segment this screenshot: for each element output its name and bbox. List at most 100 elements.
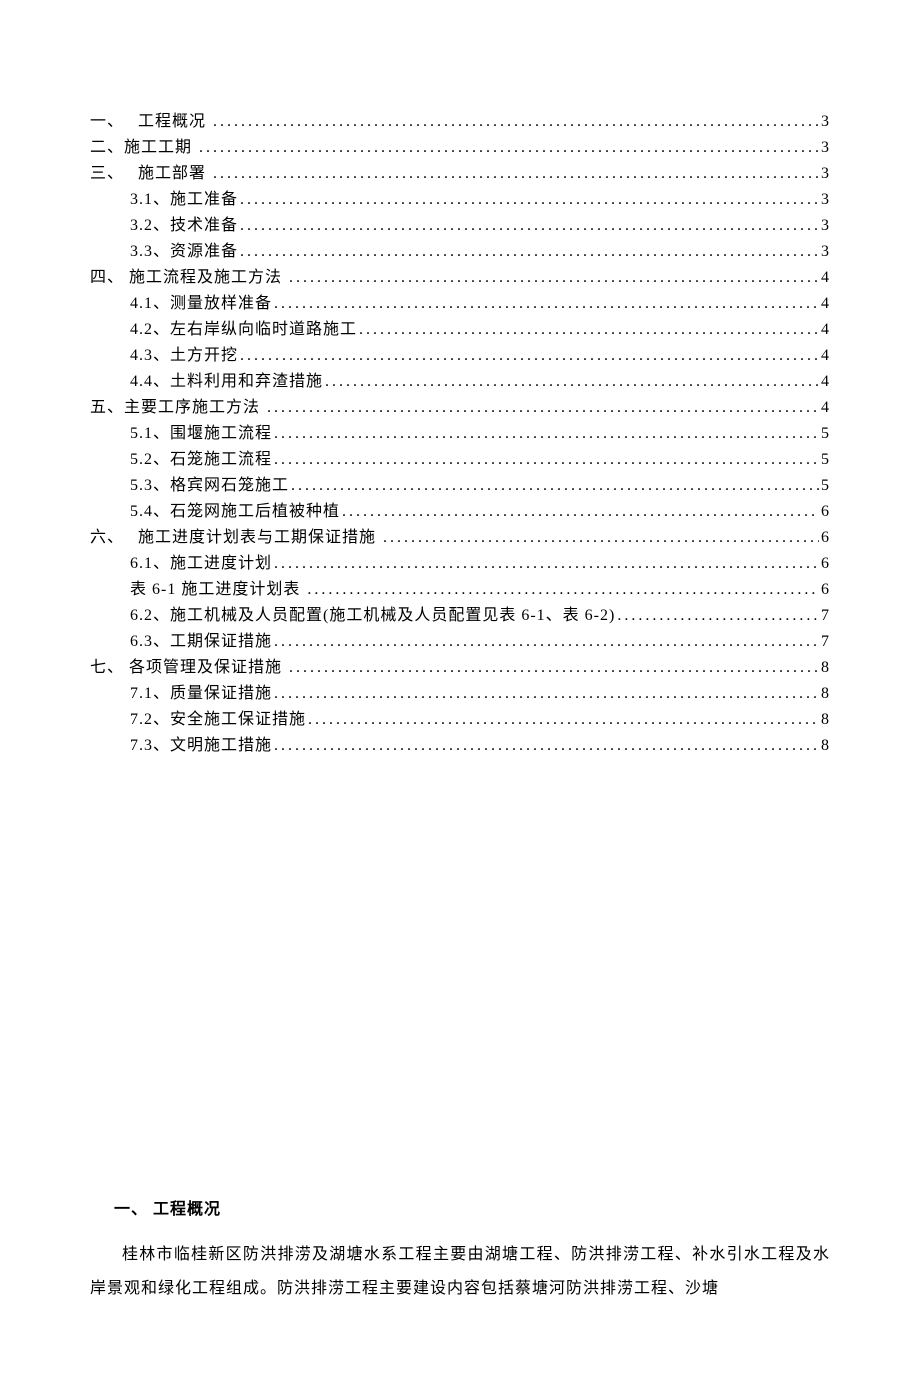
toc-leader <box>240 214 819 238</box>
toc-label: 6.1、施工进度计划 <box>130 552 272 576</box>
toc-page-number: 7 <box>821 630 830 654</box>
toc-leader <box>240 240 819 264</box>
toc-entry[interactable]: 4.4、土料利用和弃渣措施 4 <box>90 370 830 394</box>
toc-label: 4.2、左右岸纵向临时道路施工 <box>130 318 357 342</box>
toc-label: 5.4、石笼网施工后植被种植 <box>130 500 340 524</box>
toc-entry[interactable]: 一、 工程概况 3 <box>90 110 830 134</box>
toc-page-number: 4 <box>821 266 830 290</box>
section-heading: 一、 工程概况 <box>114 1198 830 1222</box>
toc-entry[interactable]: 六、 施工进度计划表与工期保证措施 6 <box>90 526 830 550</box>
toc-entry[interactable]: 7.2、安全施工保证措施 8 <box>90 708 830 732</box>
toc-entry[interactable]: 五、主要工序施工方法 4 <box>90 396 830 420</box>
toc-label: 二、施工工期 <box>90 136 197 160</box>
toc-label: 7.3、文明施工措施 <box>130 734 272 758</box>
toc-entry[interactable]: 5.4、石笼网施工后植被种植 6 <box>90 500 830 524</box>
toc-page-number: 3 <box>821 214 830 238</box>
toc-entry[interactable]: 7.1、质量保证措施 8 <box>90 682 830 706</box>
toc-label: 六、 施工进度计划表与工期保证措施 <box>90 526 381 550</box>
toc-page-number: 3 <box>821 162 830 186</box>
toc-entry[interactable]: 6.1、施工进度计划 6 <box>90 552 830 576</box>
toc-leader <box>274 630 819 654</box>
toc-entry[interactable]: 4.2、左右岸纵向临时道路施工 4 <box>90 318 830 342</box>
toc-label: 4.3、土方开挖 <box>130 344 238 368</box>
toc-page-number: 3 <box>821 188 830 212</box>
toc-page-number: 4 <box>821 292 830 316</box>
table-of-contents: 一、 工程概况 3 二、施工工期 3 三、 施工部署 3 3.1、施工准备 3 … <box>90 110 830 758</box>
toc-page-number: 5 <box>821 474 830 498</box>
toc-page-number: 8 <box>821 734 830 758</box>
toc-label: 3.3、资源准备 <box>130 240 238 264</box>
toc-leader <box>383 526 819 550</box>
toc-label: 五、主要工序施工方法 <box>90 396 265 420</box>
toc-page-number: 8 <box>821 708 830 732</box>
toc-leader <box>325 370 819 394</box>
toc-leader <box>289 266 819 290</box>
toc-entry[interactable]: 3.1、施工准备 3 <box>90 188 830 212</box>
toc-entry[interactable]: 5.2、石笼施工流程 5 <box>90 448 830 472</box>
toc-leader <box>289 656 819 680</box>
toc-page-number: 8 <box>821 682 830 706</box>
toc-entry[interactable]: 4.3、土方开挖 4 <box>90 344 830 368</box>
toc-page-number: 7 <box>821 604 830 628</box>
toc-entry[interactable]: 二、施工工期 3 <box>90 136 830 160</box>
toc-entry[interactable]: 七、 各项管理及保证措施 8 <box>90 656 830 680</box>
toc-page-number: 4 <box>821 396 830 420</box>
toc-label: 4.4、土料利用和弃渣措施 <box>130 370 323 394</box>
toc-page-number: 4 <box>821 318 830 342</box>
toc-entry[interactable]: 6.3、工期保证措施 7 <box>90 630 830 654</box>
toc-page-number: 4 <box>821 344 830 368</box>
toc-entry[interactable]: 表 6-1 施工进度计划表 6 <box>90 578 830 602</box>
toc-page-number: 6 <box>821 578 830 602</box>
toc-leader <box>274 448 819 472</box>
section-1: 一、 工程概况 桂林市临桂新区防洪排涝及湖塘水系工程主要由湖塘工程、防洪排涝工程… <box>90 1198 830 1305</box>
toc-entry[interactable]: 5.1、围堰施工流程 5 <box>90 422 830 446</box>
toc-label: 一、 工程概况 <box>90 110 211 134</box>
toc-entry[interactable]: 7.3、文明施工措施 8 <box>90 734 830 758</box>
body-paragraph: 桂林市临桂新区防洪排涝及湖塘水系工程主要由湖塘工程、防洪排涝工程、补水引水工程及… <box>90 1238 830 1305</box>
toc-leader <box>617 604 819 628</box>
toc-entry[interactable]: 三、 施工部署 3 <box>90 162 830 186</box>
toc-label: 4.1、测量放样准备 <box>130 292 272 316</box>
toc-leader <box>240 188 819 212</box>
toc-leader <box>291 474 819 498</box>
toc-leader <box>308 708 819 732</box>
toc-label: 5.2、石笼施工流程 <box>130 448 272 472</box>
toc-leader <box>359 318 819 342</box>
toc-label: 6.2、施工机械及人员配置(施工机械及人员配置见表 6-1、表 6-2) <box>130 604 615 628</box>
toc-leader <box>213 110 819 134</box>
toc-leader <box>342 500 819 524</box>
toc-leader <box>274 552 819 576</box>
toc-leader <box>213 162 819 186</box>
toc-leader <box>274 422 819 446</box>
document-page: 一、 工程概况 3 二、施工工期 3 三、 施工部署 3 3.1、施工准备 3 … <box>0 0 920 1381</box>
toc-leader <box>274 682 819 706</box>
toc-label: 3.2、技术准备 <box>130 214 238 238</box>
toc-page-number: 6 <box>821 552 830 576</box>
toc-entry[interactable]: 6.2、施工机械及人员配置(施工机械及人员配置见表 6-1、表 6-2) 7 <box>90 604 830 628</box>
toc-entry[interactable]: 四、 施工流程及施工方法 4 <box>90 266 830 290</box>
toc-page-number: 8 <box>821 656 830 680</box>
toc-entry[interactable]: 4.1、测量放样准备 4 <box>90 292 830 316</box>
toc-leader <box>274 292 819 316</box>
toc-label: 七、 各项管理及保证措施 <box>90 656 287 680</box>
toc-label: 7.1、质量保证措施 <box>130 682 272 706</box>
toc-label: 5.1、围堰施工流程 <box>130 422 272 446</box>
toc-entry[interactable]: 3.2、技术准备 3 <box>90 214 830 238</box>
toc-page-number: 5 <box>821 448 830 472</box>
toc-leader <box>274 734 819 758</box>
toc-page-number: 3 <box>821 240 830 264</box>
toc-label: 表 6-1 施工进度计划表 <box>130 578 305 602</box>
toc-label: 四、 施工流程及施工方法 <box>90 266 287 290</box>
toc-leader <box>267 396 819 420</box>
toc-label: 3.1、施工准备 <box>130 188 238 212</box>
toc-entry[interactable]: 3.3、资源准备 3 <box>90 240 830 264</box>
toc-leader <box>199 136 819 160</box>
toc-page-number: 4 <box>821 370 830 394</box>
toc-page-number: 6 <box>821 526 830 550</box>
toc-leader <box>307 578 819 602</box>
toc-page-number: 6 <box>821 500 830 524</box>
toc-label: 6.3、工期保证措施 <box>130 630 272 654</box>
toc-leader <box>240 344 819 368</box>
toc-page-number: 5 <box>821 422 830 446</box>
toc-entry[interactable]: 5.3、格宾网石笼施工 5 <box>90 474 830 498</box>
